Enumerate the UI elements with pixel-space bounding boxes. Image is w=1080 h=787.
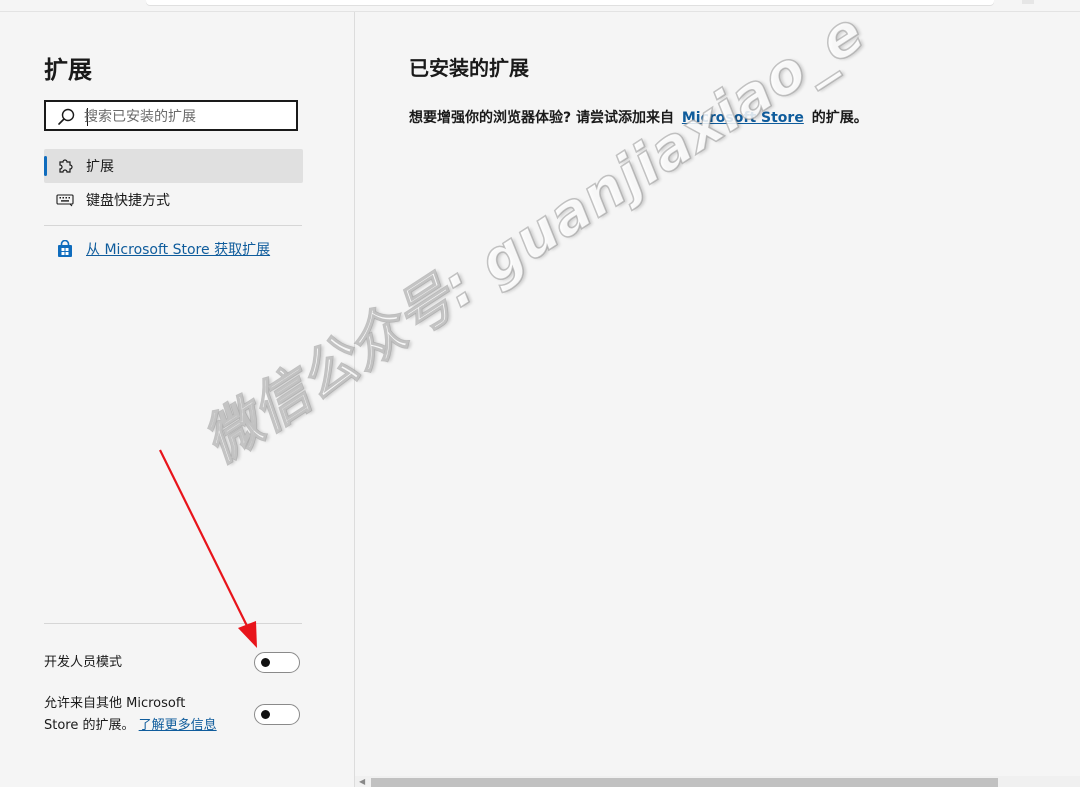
sidebar-item-label: 键盘快捷方式	[86, 193, 170, 209]
search-input[interactable]	[84, 106, 290, 127]
search-box[interactable]	[44, 100, 298, 131]
page-title: 已安装的扩展	[409, 56, 529, 80]
sidebar-item-extensions[interactable]: 扩展	[44, 149, 303, 183]
sidebar-item-keyboard-shortcuts[interactable]: 键盘快捷方式	[44, 183, 303, 217]
sidebar-item-label: 扩展	[86, 159, 114, 175]
developer-mode-toggle[interactable]	[254, 652, 300, 673]
allow-other-stores-toggle[interactable]	[254, 704, 300, 725]
allow-other-stores-line1: 允许来自其他 Microsoft	[44, 696, 186, 711]
toolbar-button[interactable]	[1022, 0, 1034, 4]
allow-other-stores-line2: Store 的扩展。	[44, 718, 135, 733]
toggle-knob	[261, 658, 270, 667]
keyboard-icon	[56, 191, 74, 209]
search-icon	[58, 108, 75, 125]
toggle-knob	[261, 710, 270, 719]
store-bag-icon	[58, 240, 72, 257]
scrollbar-thumb[interactable]	[371, 778, 998, 787]
address-bar[interactable]	[146, 0, 994, 5]
microsoft-store-link[interactable]: Microsoft Store	[682, 110, 804, 126]
horizontal-scrollbar[interactable]: ◀	[355, 776, 1080, 787]
scroll-left-icon[interactable]: ◀	[359, 777, 365, 786]
allow-other-stores-label: 允许来自其他 Microsoft Store 的扩展。 了解更多信息	[44, 693, 217, 737]
message-suffix: 的扩展。	[811, 110, 868, 126]
message-prefix: 想要增强你的浏览器体验? 请尝试添加来自	[409, 110, 674, 126]
developer-mode-label: 开发人员模式	[44, 655, 123, 670]
sidebar: 扩展 扩展 键盘快捷方式	[0, 12, 355, 787]
get-extensions-link-row: 从 Microsoft Store 获取扩展	[44, 238, 270, 260]
puzzle-icon	[56, 157, 74, 175]
divider	[44, 225, 302, 226]
learn-more-link[interactable]: 了解更多信息	[139, 718, 217, 733]
divider	[44, 623, 302, 624]
sidebar-title: 扩展	[44, 56, 92, 84]
get-extensions-link[interactable]: 从 Microsoft Store 获取扩展	[86, 239, 270, 259]
browser-top-bar	[0, 0, 1080, 12]
empty-state-message: 想要增强你的浏览器体验? 请尝试添加来自 Microsoft Store 的扩展…	[409, 107, 868, 127]
